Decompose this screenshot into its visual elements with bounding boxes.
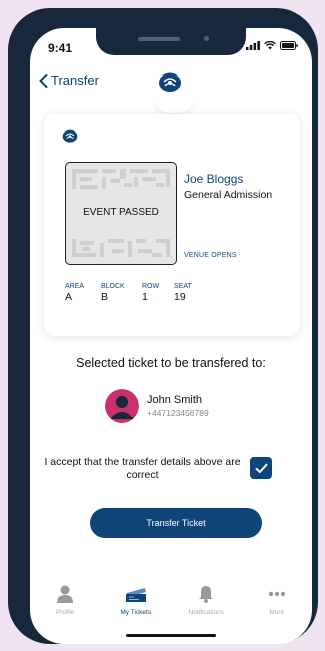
wifi-icon: [264, 41, 276, 50]
status-icons: [246, 41, 298, 50]
status-time: 9:41: [48, 41, 73, 55]
seat-info: AREA A BLOCK B ROW 1 SEAT 19: [65, 283, 206, 303]
tab-my-tickets[interactable]: My Tickets: [101, 583, 172, 629]
back-label: Transfer: [51, 73, 99, 88]
battery-icon: [280, 41, 298, 50]
home-indicator[interactable]: [126, 634, 216, 637]
seat-info-row: ROW 1: [142, 283, 174, 303]
app-screen: 9:41 Transfer EVENT PASSED Joe Bloggs Ge…: [30, 28, 312, 644]
checkmark-icon: [255, 463, 267, 473]
seat-info-block: BLOCK B: [101, 283, 142, 303]
accept-terms-label: I accept that the transfer details above…: [44, 456, 241, 481]
recipient-contact[interactable]: John Smith +447123456789: [105, 389, 209, 423]
tab-bar: Profile My Tickets Notifications More: [30, 583, 312, 629]
speaker-grille: [138, 37, 180, 41]
transfer-ticket-button[interactable]: Transfer Ticket: [90, 508, 262, 538]
venue-opens-label: VENUE OPENS: [184, 252, 237, 259]
seat-info-label: ROW: [142, 283, 160, 290]
tab-more[interactable]: More: [242, 583, 313, 629]
front-camera: [204, 36, 209, 41]
volume-down-button: [12, 200, 17, 244]
notch: [96, 28, 246, 55]
ticket-holder-name: Joe Bloggs: [184, 172, 244, 186]
tab-notifications[interactable]: Notifications: [171, 583, 242, 629]
nav-header: Transfer: [30, 68, 312, 100]
ticket-qr-code: EVENT PASSED: [65, 162, 177, 265]
seat-info-value: A: [65, 291, 73, 303]
recipient-phone: +447123456789: [147, 408, 209, 418]
transfer-section-title: Selected ticket to be transfered to:: [76, 356, 266, 370]
seat-info-value: 19: [174, 291, 186, 303]
accept-terms-checkbox[interactable]: [250, 457, 272, 479]
ticket-card[interactable]: EVENT PASSED Joe Bloggs General Admissio…: [44, 114, 300, 336]
tab-label: Notifications: [188, 609, 224, 616]
seat-info-area: AREA A: [65, 283, 101, 303]
seat-info-seat: SEAT 19: [174, 283, 206, 303]
seat-info-label: SEAT: [174, 283, 192, 290]
thistle-logo: [60, 128, 80, 149]
header-tab-bump: [154, 97, 194, 113]
recipient-name: John Smith: [147, 394, 203, 406]
ticket-type: General Admission: [184, 189, 273, 201]
phone-frame: 9:41 Transfer EVENT PASSED Joe Bloggs Ge…: [8, 8, 318, 644]
volume-up-button: [12, 142, 17, 186]
bell-icon: [199, 586, 214, 603]
tab-label: My Tickets: [120, 609, 152, 616]
tab-profile[interactable]: Profile: [30, 583, 101, 629]
tab-label: More: [269, 609, 285, 616]
tab-label: Profile: [56, 609, 75, 616]
chevron-left-icon: [39, 73, 48, 88]
ellipsis-icon: [268, 591, 285, 597]
seat-info-value: B: [101, 291, 109, 303]
seat-info-label: AREA: [65, 283, 85, 290]
person-icon: [57, 585, 74, 603]
avatar: [105, 389, 139, 423]
thistle-logo: [155, 70, 185, 99]
event-passed-label: EVENT PASSED: [83, 207, 159, 218]
mute-switch: [12, 96, 17, 118]
seat-info-label: BLOCK: [101, 283, 125, 290]
ticket-icon: [125, 588, 146, 602]
seat-info-value: 1: [142, 291, 148, 303]
back-button[interactable]: Transfer: [39, 73, 99, 88]
signal-icon: [246, 41, 260, 50]
